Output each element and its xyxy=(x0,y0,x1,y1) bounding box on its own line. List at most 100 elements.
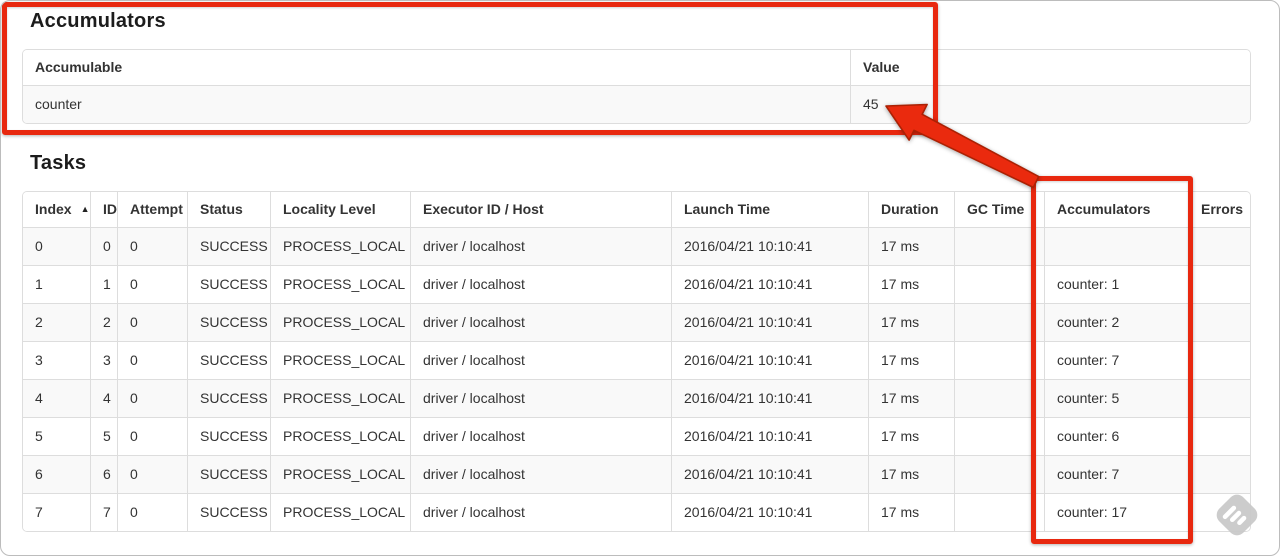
table-cell: PROCESS_LOCAL xyxy=(271,456,411,494)
table-cell: 1 xyxy=(91,266,118,304)
column-header-label: Errors xyxy=(1201,201,1244,217)
table-cell: PROCESS_LOCAL xyxy=(271,228,411,266)
table-cell: 17 ms xyxy=(869,342,955,380)
table-cell: PROCESS_LOCAL xyxy=(271,494,411,531)
table-row: 5 5 0 SUCCESS PROCESS_LOCAL driver / localhos… xyxy=(23,418,1250,456)
table-cell: driver / localhost xyxy=(411,228,672,266)
column-header-label: Index xyxy=(35,201,72,217)
column-header-accumulable: Accumulable xyxy=(23,50,851,86)
table-cell: 7 xyxy=(23,494,91,531)
table-cell: SUCCESS xyxy=(188,456,271,494)
table-cell: PROCESS_LOCAL xyxy=(271,304,411,342)
table-cell: 17 ms xyxy=(869,266,955,304)
table-cell: counter xyxy=(23,86,851,123)
table-cell: 5 xyxy=(91,418,118,456)
table-cell: 3 xyxy=(91,342,118,380)
table-row: 4 4 0 SUCCESS PROCESS_LOCAL driver / localhos… xyxy=(23,380,1250,418)
table-cell: 5 xyxy=(23,418,91,456)
accumulators-table-container: Accumulable Value counter 45 xyxy=(22,49,1251,124)
table-row: 2 2 0 SUCCESS PROCESS_LOCAL driver / localhos… xyxy=(23,304,1250,342)
table-cell: driver / localhost xyxy=(411,266,672,304)
table-cell: 0 xyxy=(118,342,188,380)
table-cell: SUCCESS xyxy=(188,266,271,304)
column-header-attempt[interactable]: Attempt xyxy=(118,192,188,228)
column-header-id[interactable]: ID xyxy=(91,192,118,228)
table-cell xyxy=(955,228,1045,266)
accumulators-table: Accumulable Value counter 45 xyxy=(23,50,1250,123)
table-cell: PROCESS_LOCAL xyxy=(271,418,411,456)
column-header-errors[interactable]: Errors xyxy=(1189,192,1250,228)
table-cell xyxy=(955,342,1045,380)
column-header-label: Accumulable xyxy=(35,59,123,75)
table-cell: counter: 6 xyxy=(1045,418,1189,456)
table-row: 1 1 0 SUCCESS PROCESS_LOCAL driver / localhos… xyxy=(23,266,1250,304)
table-cell: 17 ms xyxy=(869,228,955,266)
column-header-label: ID xyxy=(103,201,117,217)
column-header-accumulators[interactable]: Accumulators xyxy=(1045,192,1189,228)
table-cell: driver / localhost xyxy=(411,494,672,531)
tasks-table: Index ▲ ID Attempt Status Locality Level Execu… xyxy=(23,192,1250,531)
tasks-section-heading: Tasks xyxy=(30,152,87,174)
table-cell: PROCESS_LOCAL xyxy=(271,266,411,304)
table-cell xyxy=(955,380,1045,418)
column-header-label: Status xyxy=(200,201,243,217)
column-header-gc-time[interactable]: GC Time xyxy=(955,192,1045,228)
table-cell: 0 xyxy=(118,380,188,418)
table-cell xyxy=(1045,228,1189,266)
table-row: 7 7 0 SUCCESS PROCESS_LOCAL driver / localhos… xyxy=(23,494,1250,531)
table-cell: 17 ms xyxy=(869,494,955,531)
table-cell: 0 xyxy=(118,494,188,531)
table-cell: SUCCESS xyxy=(188,304,271,342)
column-header-duration[interactable]: Duration xyxy=(869,192,955,228)
table-cell: 17 ms xyxy=(869,418,955,456)
table-cell xyxy=(955,494,1045,531)
column-header-label: Launch Time xyxy=(684,201,771,217)
column-header-locality-level[interactable]: Locality Level xyxy=(271,192,411,228)
table-cell xyxy=(1189,266,1250,304)
table-row: counter 45 xyxy=(23,86,1250,123)
table-cell: 2 xyxy=(91,304,118,342)
table-cell: 4 xyxy=(91,380,118,418)
column-header-status[interactable]: Status xyxy=(188,192,271,228)
accumulators-section-heading: Accumulators xyxy=(30,10,166,32)
table-cell xyxy=(1189,418,1250,456)
table-cell: 4 xyxy=(23,380,91,418)
table-cell: driver / localhost xyxy=(411,304,672,342)
table-cell xyxy=(1189,228,1250,266)
table-row: 6 6 0 SUCCESS PROCESS_LOCAL driver / localhos… xyxy=(23,456,1250,494)
table-cell: 2016/04/21 10:10:41 xyxy=(672,456,869,494)
table-cell: 0 xyxy=(118,418,188,456)
table-cell xyxy=(1189,494,1250,531)
table-cell: 2016/04/21 10:10:41 xyxy=(672,304,869,342)
column-header-executor-id-host[interactable]: Executor ID / Host xyxy=(411,192,672,228)
table-cell: counter: 17 xyxy=(1045,494,1189,531)
table-cell: 1 xyxy=(23,266,91,304)
table-cell: counter: 7 xyxy=(1045,456,1189,494)
table-cell: PROCESS_LOCAL xyxy=(271,342,411,380)
table-cell xyxy=(1189,342,1250,380)
table-cell: 2 xyxy=(23,304,91,342)
table-cell: 2016/04/21 10:10:41 xyxy=(672,342,869,380)
table-cell: driver / localhost xyxy=(411,380,672,418)
column-header-label: Value xyxy=(863,59,900,75)
table-cell: 0 xyxy=(23,228,91,266)
column-header-index[interactable]: Index ▲ xyxy=(23,192,91,228)
table-cell: SUCCESS xyxy=(188,494,271,531)
table-row: 0 0 0 SUCCESS PROCESS_LOCAL driver / localhos… xyxy=(23,228,1250,266)
table-cell: driver / localhost xyxy=(411,456,672,494)
table-cell: SUCCESS xyxy=(188,342,271,380)
table-cell: 2016/04/21 10:10:41 xyxy=(672,380,869,418)
column-header-launch-time[interactable]: Launch Time xyxy=(672,192,869,228)
table-cell xyxy=(955,266,1045,304)
tasks-header-row: Index ▲ ID Attempt Status Locality Level Execu… xyxy=(23,192,1250,228)
table-cell xyxy=(955,418,1045,456)
column-header-value: Value xyxy=(851,50,1250,86)
table-cell: SUCCESS xyxy=(188,228,271,266)
table-cell: SUCCESS xyxy=(188,380,271,418)
table-cell: 2016/04/21 10:10:41 xyxy=(672,228,869,266)
table-cell: driver / localhost xyxy=(411,342,672,380)
sort-asc-icon: ▲ xyxy=(80,204,90,214)
column-header-label: Accumulators xyxy=(1057,201,1151,217)
column-header-label: Attempt xyxy=(130,201,183,217)
table-cell: 45 xyxy=(863,96,879,112)
